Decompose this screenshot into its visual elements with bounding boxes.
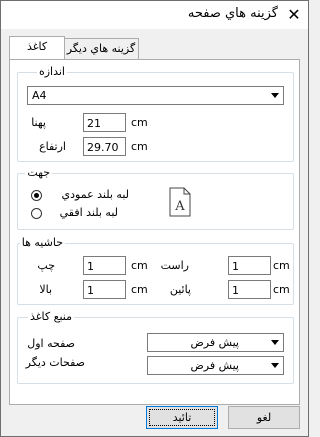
page-portrait-icon: A (169, 187, 191, 217)
tab-other-options[interactable]: گزينه هاي ديگر (63, 38, 139, 59)
first-page-source-select[interactable]: پيش فرض (147, 333, 284, 352)
focus-rectangle (149, 409, 215, 426)
cancel-button[interactable]: لغو (228, 406, 300, 429)
tab-paper[interactable]: كاغذ (9, 36, 65, 59)
paper-size-value: A4 (32, 89, 47, 102)
bottom-margin-field[interactable]: 1 (228, 280, 271, 299)
first-page-source-value: پيش فرض (190, 336, 239, 349)
top-margin-field[interactable]: 1 (83, 280, 126, 299)
left-margin-unit: cm (131, 259, 148, 272)
right-margin-unit: cm (273, 259, 290, 272)
other-pages-source-select[interactable]: پيش فرض (147, 356, 284, 375)
tab-other-options-label: گزينه هاي ديگر (66, 42, 136, 55)
orientation-group-legend: جهت (25, 166, 52, 179)
ok-button[interactable]: تائيد (146, 406, 218, 429)
size-group-legend: اندازه (36, 65, 67, 78)
paper-size-select[interactable]: A4 (27, 86, 284, 105)
landscape-label: لبه بلند افقي (59, 206, 118, 219)
first-page-label: صفحه اول (27, 337, 75, 350)
height-unit: cm (131, 140, 148, 153)
orientation-group: جهت لبه بلند عمودي لبه بلند افقي A (17, 166, 294, 230)
portrait-radio[interactable] (31, 190, 42, 201)
height-field[interactable]: 29.70 (83, 137, 126, 156)
other-pages-source-value: پيش فرض (190, 359, 239, 372)
chevron-down-icon (271, 363, 279, 368)
paper-source-group-legend: منبع كاغذ (28, 310, 74, 323)
portrait-label: لبه بلند عمودي (61, 188, 129, 201)
margins-group-legend: حاشيه ها (19, 236, 65, 249)
dialog-title: گزينه هاي صفحه (187, 6, 278, 21)
size-group: اندازه A4 پهنا 21 cm ارتفاع 29.70 cm (17, 65, 294, 162)
top-margin-unit: cm (131, 283, 148, 296)
tab-panel-paper: اندازه A4 پهنا 21 cm ارتفاع 29.70 cm جهت… (9, 59, 300, 405)
width-field[interactable]: 21 (83, 113, 126, 132)
width-label: پهنا (31, 116, 46, 129)
width-unit: cm (131, 116, 148, 129)
chevron-down-icon (271, 340, 279, 345)
title-bar: گزينه هاي صفحه ✕ (1, 1, 308, 29)
close-icon[interactable]: ✕ (284, 5, 304, 25)
tab-paper-label: كاغذ (26, 40, 48, 53)
first-page-dropdown-button[interactable] (266, 334, 283, 351)
page-options-dialog: گزينه هاي صفحه ✕ گزينه هاي ديگر كاغذ اند… (0, 0, 309, 437)
landscape-radio[interactable] (31, 208, 42, 219)
other-pages-dropdown-button[interactable] (266, 357, 283, 374)
bottom-margin-label: پائين (169, 283, 191, 296)
left-margin-field[interactable]: 1 (83, 256, 126, 275)
bottom-margin-unit: cm (273, 283, 290, 296)
margins-group: حاشيه ها چپ 1 cm راست 1 cm بالا 1 cm پائ… (17, 236, 294, 305)
paper-source-group: منبع كاغذ صفحه اول پيش فرض صفحات ديگر پي… (17, 310, 294, 384)
height-label: ارتفاع (39, 140, 66, 153)
right-margin-label: راست (160, 259, 189, 272)
right-margin-field[interactable]: 1 (228, 256, 271, 275)
paper-size-dropdown-button[interactable] (266, 87, 283, 104)
other-pages-label: صفحات ديگر (25, 356, 85, 369)
left-margin-label: چپ (37, 259, 55, 272)
chevron-down-icon (271, 93, 279, 98)
page-preview-letter: A (174, 199, 185, 214)
cancel-button-label: لغو (256, 411, 272, 424)
top-margin-label: بالا (39, 283, 52, 296)
